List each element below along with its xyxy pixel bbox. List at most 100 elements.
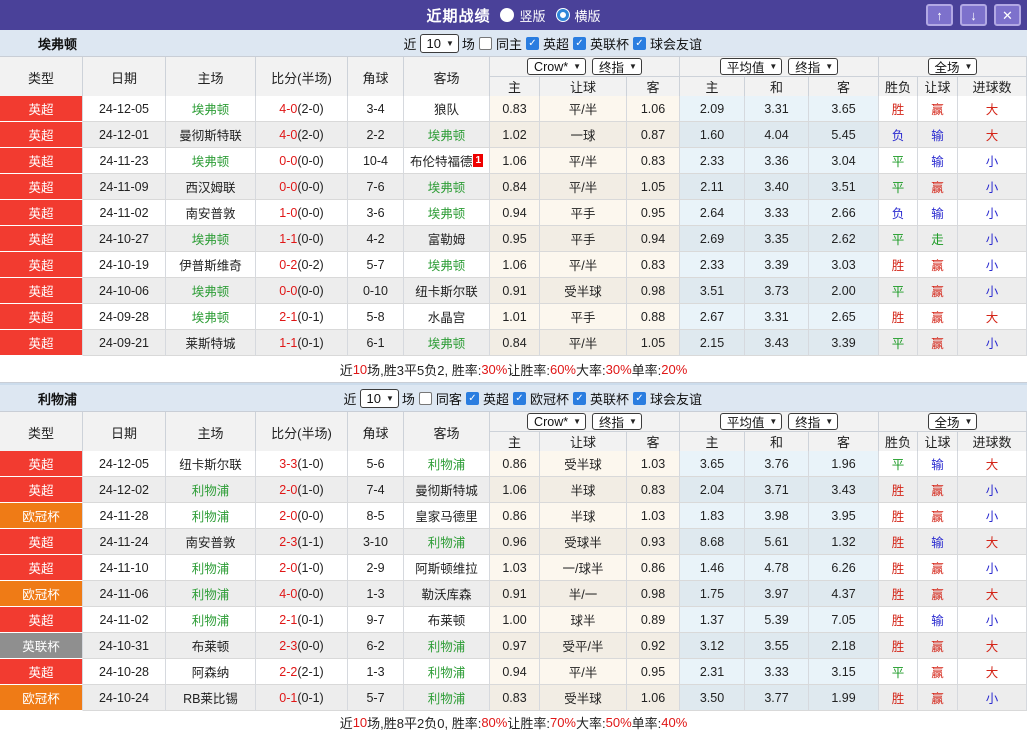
match-row: 英超 24-11-23 埃弗顿 0-0 (0-0) 10-4 布伦特福德 1 1.0…	[0, 148, 1027, 174]
column-header: 比分(半场)	[256, 57, 348, 97]
away-team: 曼彻斯特城	[404, 477, 490, 503]
avg-home: 2.31	[680, 659, 745, 685]
close-button[interactable]: ✕	[994, 4, 1021, 26]
header-group: 全场 ▼ 胜负 让球 进球数	[879, 57, 1027, 96]
home-team: 埃弗顿	[166, 148, 256, 174]
move-down-button[interactable]: ↓	[960, 4, 987, 26]
header-group: 平均值 ▼ 终指 ▼ 主和客	[680, 57, 879, 96]
league-checkbox[interactable]: ✓	[465, 391, 479, 405]
avg-home: 2.04	[680, 477, 745, 503]
layout-radio-vertical[interactable]: 竖版	[500, 6, 546, 25]
column-header: 客	[627, 431, 680, 451]
same-venue-checkbox[interactable]	[418, 391, 432, 405]
result-goals: 大	[958, 304, 1027, 330]
corner-score: 0-10	[348, 278, 404, 304]
match-date: 24-11-02	[83, 200, 166, 226]
avg-draw: 3.36	[745, 148, 809, 174]
odds-home: 0.91	[490, 278, 540, 304]
column-header: 和	[745, 76, 809, 96]
score: 2-1 (0-1)	[256, 304, 348, 330]
league-checkbox[interactable]: ✓	[632, 36, 646, 50]
avg-away: 3.95	[809, 503, 879, 529]
score: 2-1 (0-1)	[256, 607, 348, 633]
match-count-select[interactable]: 10 ▼	[419, 33, 459, 53]
league-badge: 英超	[0, 529, 83, 555]
record-summary: 近 10 场,胜3平5负2, 胜率: 30% 让胜率: 60% 大率: 30% 单率: 20…	[0, 356, 1027, 382]
odds-away: 0.98	[627, 581, 680, 607]
chevron-down-icon: ▼	[385, 393, 394, 403]
layout-radio-horizontal[interactable]: 横版	[555, 6, 601, 25]
avg-source-select[interactable]: 平均值 ▼	[719, 58, 783, 75]
avg-home: 2.64	[680, 200, 745, 226]
odds-away: 0.89	[627, 607, 680, 633]
score: 4-0 (2-0)	[256, 96, 348, 122]
score: 2-2 (2-1)	[256, 659, 348, 685]
odds-home: 1.01	[490, 304, 540, 330]
avg-draw: 3.73	[745, 278, 809, 304]
avg-source-select[interactable]: 平均值 ▼	[719, 413, 783, 430]
avg-mode-select[interactable]: 终指 ▼	[788, 58, 839, 75]
score: 2-0 (1-0)	[256, 555, 348, 581]
avg-home: 1.75	[680, 581, 745, 607]
same-venue-checkbox[interactable]	[478, 36, 492, 50]
league-badge: 英超	[0, 477, 83, 503]
avg-away: 3.03	[809, 252, 879, 278]
match-date: 24-11-06	[83, 581, 166, 607]
odds-mode-select[interactable]: 终指 ▼	[592, 413, 642, 430]
avg-draw: 3.33	[745, 659, 809, 685]
away-team: 埃弗顿	[404, 174, 490, 200]
close-icon: ✕	[1002, 7, 1013, 23]
radio-vertical-icon[interactable]	[500, 8, 515, 22]
odds-handicap: 受半球	[540, 451, 627, 477]
corner-score: 2-9	[348, 555, 404, 581]
avg-mode-select[interactable]: 终指 ▼	[788, 413, 839, 430]
away-team: 埃弗顿	[404, 200, 490, 226]
league-badge: 英超	[0, 278, 83, 304]
home-team: 莱斯特城	[166, 330, 256, 356]
result-outcome: 胜	[879, 581, 918, 607]
league-checkbox[interactable]: ✓	[572, 36, 586, 50]
chevron-down-icon: ▼	[446, 38, 454, 48]
move-up-button[interactable]: ↑	[926, 4, 953, 26]
match-count-select[interactable]: 10 ▼	[359, 388, 399, 408]
away-team: 布莱顿	[404, 607, 490, 633]
league-checkbox[interactable]: ✓	[632, 391, 646, 405]
recent-results-panel: 近期战绩 竖版 横版 ↑ ↓ ✕ 埃弗顿 近 10 ▼ 场 同主 ✓ 英超 ✓ …	[0, 0, 1027, 733]
result-goals: 小	[958, 252, 1027, 278]
result-goals: 大	[958, 659, 1027, 685]
radio-horizontal-icon[interactable]	[555, 8, 570, 22]
avg-away: 1.32	[809, 529, 879, 555]
result-goals: 小	[958, 477, 1027, 503]
league-checkbox-label: 英联杯	[589, 36, 629, 52]
odds-handicap: 受平/半	[540, 633, 627, 659]
avg-away: 3.15	[809, 659, 879, 685]
odds-mode-select[interactable]: 终指 ▼	[592, 58, 642, 75]
column-header: 客场	[404, 57, 490, 97]
column-header: 主	[680, 431, 745, 451]
odds-home: 0.94	[490, 659, 540, 685]
league-badge: 英超	[0, 659, 83, 685]
odds-away: 0.83	[627, 477, 680, 503]
odds-away: 0.83	[627, 252, 680, 278]
result-outcome: 负	[879, 200, 918, 226]
chevron-down-icon: ▼	[629, 417, 637, 426]
games-label: 场	[401, 391, 415, 407]
odds-source-select[interactable]: Crow* ▼	[527, 58, 587, 75]
odds-source-select[interactable]: Crow* ▼	[527, 413, 587, 430]
odds-handicap: 平/半	[540, 659, 627, 685]
match-date: 24-11-09	[83, 174, 166, 200]
scope-select[interactable]: 全场 ▼	[927, 58, 978, 75]
column-header: 日期	[83, 57, 166, 97]
league-checkbox[interactable]: ✓	[512, 391, 526, 405]
league-badge: 英超	[0, 122, 83, 148]
league-badge: 英超	[0, 252, 83, 278]
scope-select[interactable]: 全场 ▼	[927, 413, 978, 430]
result-handicap: 输	[918, 451, 958, 477]
odds-handicap: 一球	[540, 122, 627, 148]
league-checkbox[interactable]: ✓	[525, 36, 539, 50]
same-venue-label: 同主	[495, 36, 522, 52]
score: 0-0 (0-0)	[256, 148, 348, 174]
league-checkbox[interactable]: ✓	[572, 391, 586, 405]
corner-score: 7-4	[348, 477, 404, 503]
score: 1-0 (0-0)	[256, 200, 348, 226]
